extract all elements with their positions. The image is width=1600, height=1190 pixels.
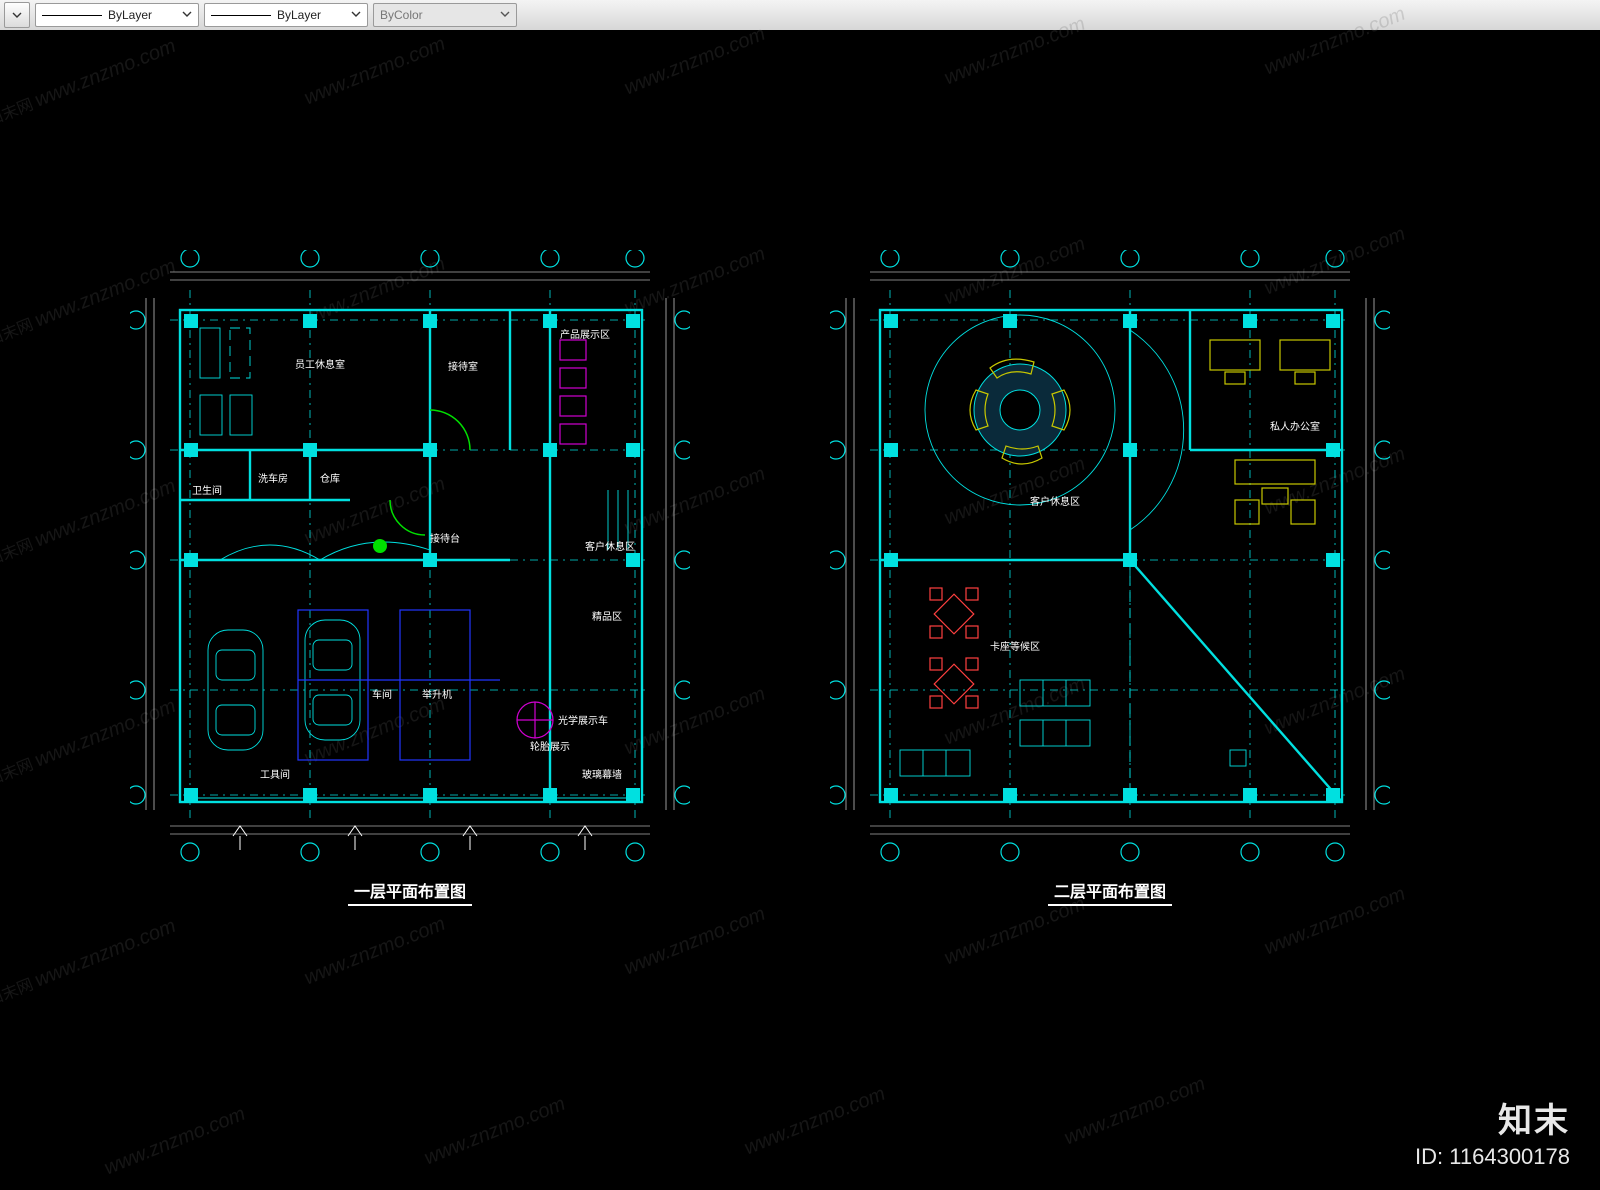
linetype-2-label: ByLayer <box>277 8 321 22</box>
brand-logo-text: 知末 <box>1415 1093 1570 1142</box>
svg-text:仓库: 仓库 <box>320 472 340 485</box>
desk-icon <box>1210 340 1330 384</box>
svg-text:客户休息区: 客户休息区 <box>1030 495 1080 508</box>
svg-text:工具间: 工具间 <box>260 768 290 781</box>
model-space-canvas[interactable]: 知末网www.znzmo.com www.znzmo.com www.znzmo… <box>0 30 1600 1190</box>
svg-text:精品区: 精品区 <box>592 610 622 623</box>
floor-plan-2: 客户休息区 私人办公室 卡座等候区 二层平面布置图 <box>830 250 1390 900</box>
svg-text:光学展示车: 光学展示车 <box>558 714 608 727</box>
floor1-title: 一层平面布置图 <box>130 878 690 906</box>
arrow-up-icon <box>233 826 592 850</box>
svg-text:客户休息区: 客户休息区 <box>585 540 635 553</box>
svg-text:接待室: 接待室 <box>448 360 478 373</box>
compass-icon <box>517 702 553 738</box>
plotstyle-selector[interactable]: ByColor <box>373 3 517 27</box>
svg-text:举升机: 举升机 <box>422 688 452 701</box>
svg-text:产品展示区: 产品展示区 <box>560 328 610 341</box>
properties-toolbar: ByLayer ByLayer ByColor <box>0 0 1600 31</box>
svg-text:车间: 车间 <box>372 688 392 701</box>
svg-text:员工休息室: 员工休息室 <box>295 358 345 371</box>
svg-text:轮胎展示: 轮胎展示 <box>530 740 570 753</box>
floor2-svg: 客户休息区 私人办公室 卡座等候区 <box>830 250 1390 870</box>
layer-dropdown-toggle[interactable] <box>4 2 30 28</box>
svg-text:玻璃幕墙: 玻璃幕墙 <box>582 768 622 781</box>
svg-text:接待台: 接待台 <box>430 532 460 545</box>
svg-text:卫生间: 卫生间 <box>192 484 222 497</box>
floor1-svg: 员工休息室 接待室 产品展示区 洗车房 仓库 卫生间 接待台 客户休息区 精品区… <box>130 250 690 870</box>
source-brand: 知末 ID: 1164300178 <box>1415 1093 1570 1170</box>
floor-plan-1: 员工休息室 接待室 产品展示区 洗车房 仓库 卫生间 接待台 客户休息区 精品区… <box>130 250 690 900</box>
booth-icon <box>930 658 978 708</box>
brand-id: ID: 1164300178 <box>1415 1144 1570 1170</box>
linetype-selector-1[interactable]: ByLayer <box>35 3 199 27</box>
plotstyle-label: ByColor <box>380 8 423 22</box>
svg-text:洗车房: 洗车房 <box>258 472 288 485</box>
booth-icon <box>930 588 978 638</box>
floor2-title: 二层平面布置图 <box>830 878 1390 906</box>
svg-text:私人办公室: 私人办公室 <box>1270 420 1320 433</box>
sofa-icon <box>900 680 1090 776</box>
linetype-1-label: ByLayer <box>108 8 152 22</box>
svg-text:卡座等候区: 卡座等候区 <box>990 640 1040 653</box>
linetype-selector-2[interactable]: ByLayer <box>204 3 368 27</box>
sofa-icon <box>1235 460 1315 524</box>
